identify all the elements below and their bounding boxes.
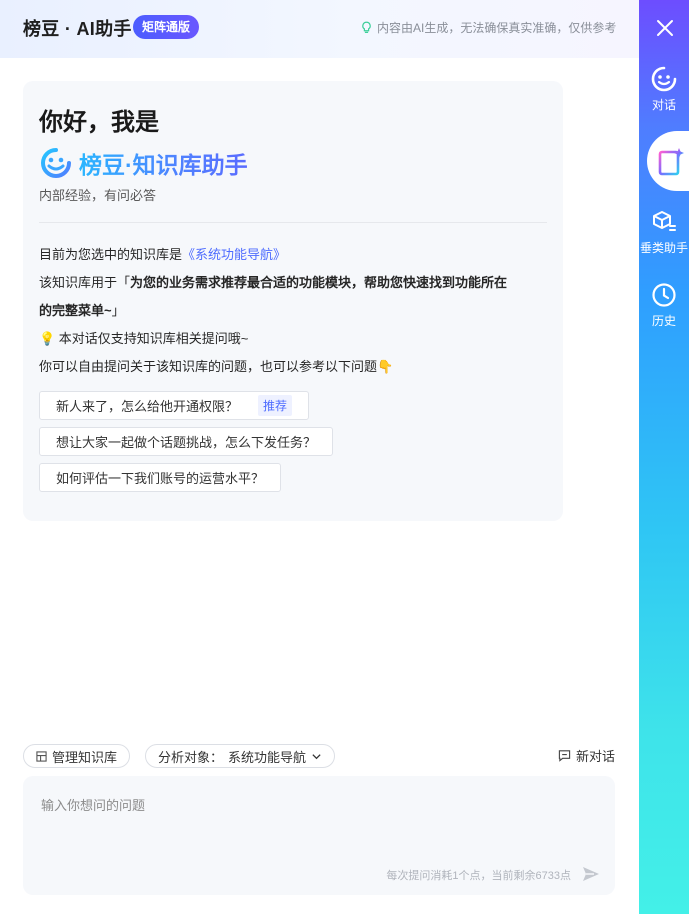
sidebar-item-knowledge[interactable] bbox=[647, 131, 689, 191]
purpose-suffix: 」 bbox=[111, 303, 125, 318]
suggestion-text: 想让大家一起做个话题挑战，怎么下发任务？ bbox=[56, 435, 317, 450]
ai-disclaimer: 内容由AI生成，无法确保真实准确，仅供参考 bbox=[360, 19, 616, 35]
sidebar-item-label: 历史 bbox=[651, 314, 676, 328]
suggestion-list: 新人来了，怎么给他开通权限？ 推荐 想让大家一起做个话题挑战，怎么下发任务？ 如… bbox=[39, 391, 547, 499]
send-icon[interactable] bbox=[581, 864, 601, 884]
sidebar-item-label: 对话 bbox=[651, 98, 676, 112]
assistant-name: 榜豆·知识库助手 bbox=[79, 146, 248, 180]
recommend-tag: 推荐 bbox=[258, 395, 293, 416]
version-badge: 矩阵通版 bbox=[133, 15, 200, 39]
sidebar-item-history[interactable]: 历史 bbox=[639, 282, 689, 329]
cube-assistant-icon bbox=[653, 211, 676, 231]
welcome-card: 你好，我是 榜豆·知识库助手 内部经验，有问必答 目前为您选中的知识库是《系统功… bbox=[23, 81, 563, 521]
input-toolbar: 管理知识库 分析对象： 系统功能导航 新对话 bbox=[23, 744, 615, 768]
assistant-name-row: 榜豆·知识库助手 bbox=[39, 145, 547, 181]
manage-kb-button[interactable]: 管理知识库 bbox=[23, 744, 131, 768]
suggestion-text: 新人来了，怎么给他开通权限？ bbox=[56, 399, 239, 414]
target-value: 系统功能导航 bbox=[228, 749, 307, 765]
header: 榜豆 · AI助手 矩阵通版 内容由AI生成，无法确保真实准确，仅供参考 bbox=[0, 0, 639, 58]
greeting: 你好，我是 bbox=[39, 109, 159, 136]
new-chat-button[interactable]: 新对话 bbox=[558, 746, 615, 765]
suggestion-text: 如何评估一下我们账号的运营水平？ bbox=[56, 471, 265, 486]
disclaimer-text: 内容由AI生成，无法确保真实准确，仅供参考 bbox=[377, 20, 617, 35]
brand-title: 榜豆 · AI助手 bbox=[23, 19, 132, 39]
new-chat-icon bbox=[558, 750, 571, 762]
sidebar-item-label: 垂类助手 bbox=[639, 241, 688, 255]
purpose-bold-2: 的完整菜单~ bbox=[39, 303, 112, 318]
suggestion-item[interactable]: 新人来了，怎么给他开通权限？ 推荐 bbox=[39, 391, 310, 420]
analysis-target-select[interactable]: 分析对象： 系统功能导航 bbox=[145, 744, 336, 768]
kb-prefix: 目前为您选中的知识库是 bbox=[39, 247, 183, 262]
suggestion-item[interactable]: 想让大家一起做个话题挑战，怎么下发任务？ bbox=[39, 427, 334, 456]
quota-text: 每次提问消耗1个点，当前剩余6733点 bbox=[386, 870, 571, 882]
divider bbox=[39, 222, 547, 223]
question-input[interactable] bbox=[23, 776, 615, 860]
lightbulb-icon bbox=[362, 21, 371, 33]
right-sidebar: 对话 垂类助手 历史 bbox=[639, 0, 689, 914]
purpose-prefix: 该知识库用于「 bbox=[39, 275, 131, 290]
close-icon[interactable] bbox=[655, 18, 675, 38]
chat-input-box: 每次提问消耗1个点，当前剩余6733点 bbox=[23, 776, 615, 895]
chat-main: 你好，我是 榜豆·知识库助手 内部经验，有问必答 目前为您选中的知识库是《系统功… bbox=[0, 58, 639, 914]
clock-history-icon bbox=[652, 283, 676, 307]
manage-kb-label: 管理知识库 bbox=[52, 749, 118, 765]
sidebar-item-vertical-assistant[interactable]: 垂类助手 bbox=[639, 209, 689, 256]
kb-selected-line: 目前为您选中的知识库是《系统功能导航》 bbox=[39, 241, 547, 269]
kb-icon bbox=[36, 750, 47, 762]
target-label: 分析对象： bbox=[158, 749, 224, 765]
knowledge-base-icon bbox=[658, 148, 684, 176]
purpose-bold-1: 为您的业务需求推荐最合适的功能模块，帮助您快速找到功能所在 bbox=[130, 275, 508, 290]
smile-chat-icon bbox=[651, 66, 677, 92]
chevron-down-icon bbox=[312, 753, 321, 759]
sidebar-item-chat[interactable]: 对话 bbox=[639, 66, 689, 113]
kb-purpose-line: 该知识库用于「为您的业务需求推荐最合适的功能模块，帮助您快速找到功能所在 bbox=[39, 269, 547, 297]
assistant-logo-icon bbox=[41, 148, 71, 178]
tagline: 内部经验，有问必答 bbox=[39, 188, 157, 203]
tip-line: 💡 本对话仅支持知识库相关提问哦~ bbox=[39, 331, 249, 346]
suggestion-item[interactable]: 如何评估一下我们账号的运营水平？ bbox=[39, 463, 282, 492]
kb-purpose-line-2: 的完整菜单~」 bbox=[39, 297, 547, 325]
hint-line: 你可以自由提问关于该知识库的问题，也可以参考以下问题👇 bbox=[39, 359, 394, 374]
kb-name-link[interactable]: 《系统功能导航》 bbox=[182, 247, 286, 262]
new-chat-label: 新对话 bbox=[575, 749, 615, 764]
